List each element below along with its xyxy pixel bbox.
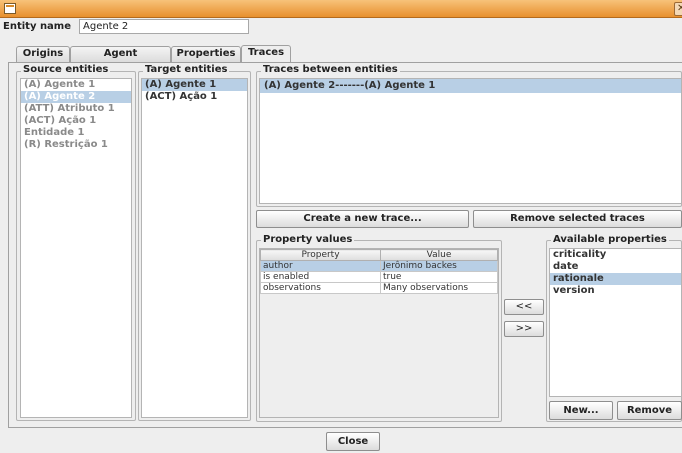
list-item[interactable]: criticality xyxy=(550,249,681,261)
java-app-icon xyxy=(4,3,16,14)
list-item[interactable]: version xyxy=(550,285,681,297)
list-item[interactable]: (ACT) Ação 1 xyxy=(21,115,131,127)
list-item[interactable]: (ACT) Ação 1 xyxy=(142,91,247,103)
window-titlebar[interactable]: ✕ xyxy=(0,0,682,18)
move-right-button[interactable]: >> xyxy=(504,321,544,337)
column-header-property[interactable]: Property xyxy=(260,249,381,261)
list-item[interactable]: (R) Restrição 1 xyxy=(21,139,131,151)
source-entities-title: Source entities xyxy=(21,64,111,76)
column-header-value[interactable]: Value xyxy=(380,249,498,261)
table-row[interactable]: author Jerônimo backes xyxy=(260,260,498,272)
list-item-selected[interactable]: (A) Agente 1 xyxy=(142,79,247,91)
list-item[interactable]: date xyxy=(550,261,681,273)
close-icon[interactable]: ✕ xyxy=(674,2,682,16)
property-values-title: Property values xyxy=(261,234,355,246)
table-cell[interactable]: Jerônimo backes xyxy=(380,260,498,272)
source-entities-list[interactable]: (A) Agente 1 (A) Agente 2 (ATT) Atributo… xyxy=(20,78,132,418)
tab-agent-components[interactable]: Agent components xyxy=(70,46,171,73)
available-properties-list[interactable]: criticality date rationale version xyxy=(549,248,682,397)
property-values-table: Property Value author Jerônimo backes is… xyxy=(260,249,498,294)
close-button[interactable]: Close xyxy=(326,432,380,451)
table-cell[interactable]: true xyxy=(380,271,498,283)
remove-property-button[interactable]: Remove xyxy=(617,401,682,420)
entity-name-field[interactable]: Agente 2 xyxy=(79,19,249,34)
tab-properties[interactable]: Properties xyxy=(171,46,241,62)
traces-list[interactable]: (A) Agente 2-------(A) Agente 1 xyxy=(259,78,682,204)
table-cell[interactable]: Many observations xyxy=(380,282,498,294)
table-row[interactable]: is enabled true xyxy=(260,271,498,283)
move-left-button[interactable]: << xyxy=(504,299,544,315)
entity-name-label: Entity name xyxy=(3,21,72,32)
table-cell[interactable]: is enabled xyxy=(260,271,381,283)
list-item[interactable]: (A) Agente 1 xyxy=(21,79,131,91)
list-item-selected[interactable]: (A) Agente 2 xyxy=(21,91,131,103)
list-item[interactable]: Entidade 1 xyxy=(21,127,131,139)
traces-title: Traces between entities xyxy=(261,64,400,76)
create-trace-button[interactable]: Create a new trace... xyxy=(256,210,469,228)
list-item[interactable]: (ATT) Atributo 1 xyxy=(21,103,131,115)
target-entities-list[interactable]: (A) Agente 1 (ACT) Ação 1 xyxy=(141,78,248,418)
available-properties-title: Available properties xyxy=(551,234,669,246)
property-values-table-area: Property Value author Jerônimo backes is… xyxy=(259,248,499,418)
new-property-button[interactable]: New... xyxy=(549,401,613,420)
table-cell[interactable]: observations xyxy=(260,282,381,294)
tab-origins[interactable]: Origins xyxy=(16,46,70,62)
trace-item-selected[interactable]: (A) Agente 2-------(A) Agente 1 xyxy=(260,79,681,93)
tab-traces[interactable]: Traces xyxy=(241,45,291,62)
remove-traces-button[interactable]: Remove selected traces xyxy=(473,210,682,228)
table-cell[interactable]: author xyxy=(260,260,381,272)
list-item-selected[interactable]: rationale xyxy=(550,273,681,285)
table-row[interactable]: observations Many observations xyxy=(260,282,498,294)
target-entities-title: Target entities xyxy=(143,64,230,76)
